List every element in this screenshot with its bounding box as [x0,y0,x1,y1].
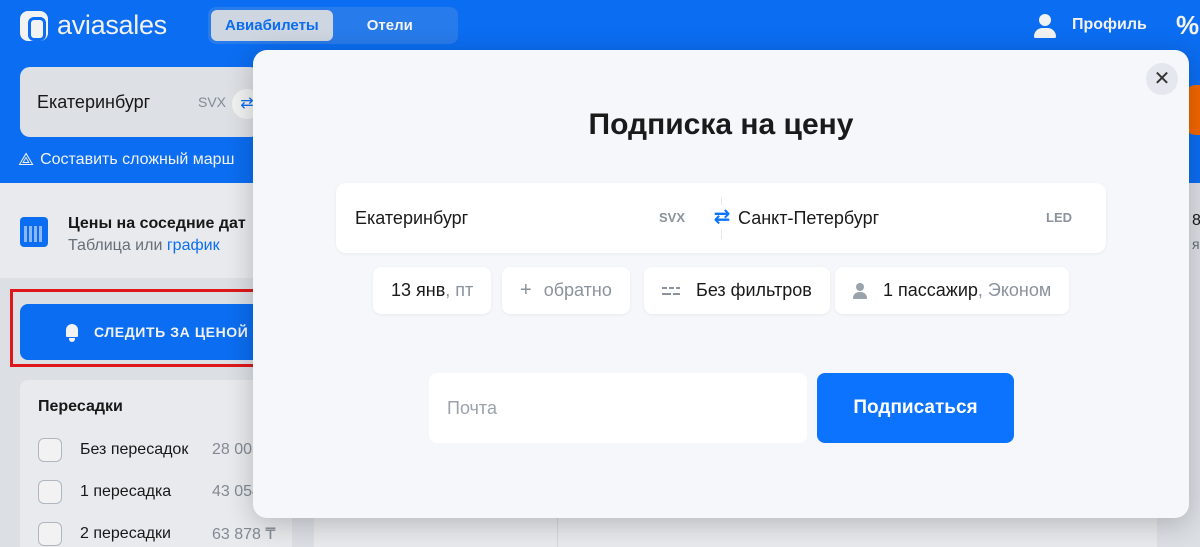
price-subscription-modal: ✕ Подписка на цену Екатеринбург SVX ⇄ Са… [253,50,1189,518]
passengers-value: 1 пассажир [883,280,978,300]
cabin-class: , Эконом [977,280,1052,300]
date-weekday: , пт [445,280,474,300]
plus-icon: + [520,279,532,301]
route-summary: Екатеринбург SVX ⇄ Санкт-Петербург LED [336,183,1106,253]
modal-title: Подписка на цену [588,108,854,141]
return-label: обратно [543,280,612,300]
date-chip: 13 янв, пт [373,267,492,314]
subscribe-button[interactable]: Подписаться [817,373,1014,443]
close-icon[interactable]: ✕ [1146,63,1178,95]
passengers-chip: 1 пассажир, Эконом [835,267,1070,314]
filter-sliders-icon [662,285,680,297]
origin-city: Екатеринбург [355,208,469,228]
swap-icon: ⇄ [711,205,733,229]
return-chip: + обратно [502,267,630,314]
filters-label: Без фильтров [696,280,812,300]
destination-iata: LED [1046,210,1072,225]
person-icon [853,282,867,299]
date-value: 13 янв [391,280,446,300]
origin-iata: SVX [659,210,686,225]
email-field[interactable] [429,373,807,443]
filters-chip: Без фильтров [644,267,830,314]
destination-city: Санкт-Петербург [738,208,880,228]
